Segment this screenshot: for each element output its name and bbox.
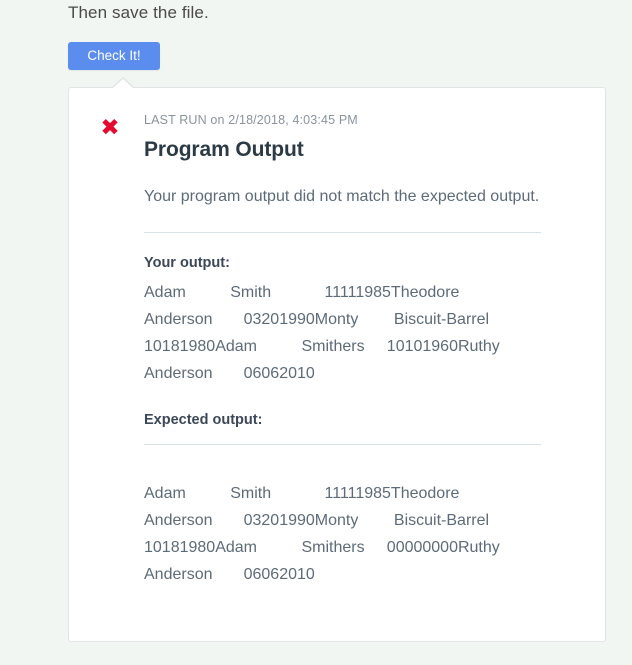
your-output-text: Adam Smith 11111985Theodore Anderson 032… — [144, 284, 535, 382]
card-caret-icon — [113, 79, 133, 88]
expected-output-label: Expected output: — [144, 412, 263, 428]
card-header: LAST RUN on 2/18/2018, 4:03:45 PM Progra… — [144, 112, 581, 165]
check-it-button[interactable]: Check It! — [68, 42, 160, 70]
card-body: Your program output did not match the ex… — [144, 183, 541, 588]
last-run-timestamp: LAST RUN on 2/18/2018, 4:03:45 PM — [144, 113, 358, 127]
program-output-card: ✖ LAST RUN on 2/18/2018, 4:03:45 PM Prog… — [68, 77, 606, 642]
your-output-label: Your output: — [144, 255, 230, 271]
result-message: Your program output did not match the ex… — [144, 188, 540, 205]
expected-output-text: Adam Smith 11111985Theodore Anderson 032… — [144, 485, 535, 583]
cross-mark-icon: ✖ — [100, 115, 120, 141]
page-title: Program Output — [144, 138, 304, 161]
instruction-text: Then save the file. — [68, 3, 209, 22]
